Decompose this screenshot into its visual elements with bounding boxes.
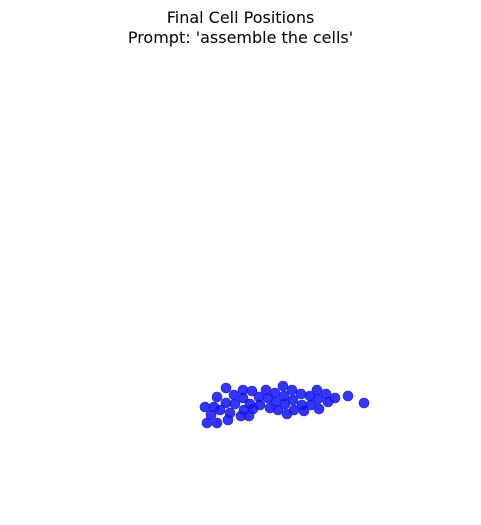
cell-point-46 (201, 417, 213, 429)
cell-point-34 (214, 404, 226, 416)
cell-point-12 (358, 397, 370, 409)
cell-point-22 (322, 396, 334, 408)
cell-point-11 (342, 390, 354, 402)
cell-point-0 (220, 382, 232, 394)
cell-point-40 (298, 405, 310, 417)
cell-point-4 (277, 380, 289, 392)
cell-point-33 (313, 403, 325, 415)
cell-point-45 (281, 408, 293, 420)
cell-point-13 (211, 391, 223, 403)
scatter-plot (199, 380, 370, 429)
cell-point-44 (243, 410, 255, 422)
cell-point-48 (222, 414, 234, 426)
cell-point-14 (228, 389, 240, 401)
cell-point-38 (272, 404, 284, 416)
cell-point-47 (211, 417, 223, 429)
cell-point-26 (229, 398, 241, 410)
